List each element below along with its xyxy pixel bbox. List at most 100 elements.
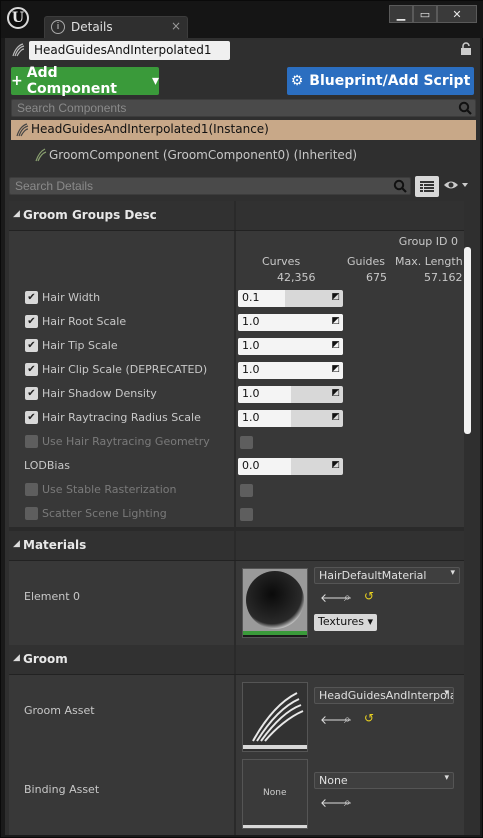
spin-handle-icon: ◩ bbox=[331, 364, 340, 374]
groom-icon bbox=[11, 43, 25, 57]
category-groom-groups-desc[interactable]: ◢ Groom Groups Desc bbox=[9, 201, 464, 231]
property-label: Hair Raytracing Radius Scale bbox=[42, 411, 201, 424]
property-row: ✔ Hair Root Scale 1.0 ◩ bbox=[9, 311, 464, 335]
property-row: Scatter Scene Lighting bbox=[9, 503, 464, 527]
column-divider bbox=[234, 287, 236, 311]
override-checkbox[interactable] bbox=[25, 435, 38, 448]
value-checkbox[interactable] bbox=[240, 484, 253, 497]
numeric-value: 1.0 bbox=[242, 315, 260, 328]
eye-icon bbox=[444, 181, 468, 189]
component-item-root-label: HeadGuidesAndInterpolated1(Instance) bbox=[31, 122, 269, 136]
column-divider bbox=[234, 407, 236, 431]
numeric-input[interactable]: 1.0 ◩ bbox=[238, 362, 343, 379]
override-checkbox[interactable] bbox=[25, 483, 38, 496]
actor-name-field[interactable]: HeadGuidesAndInterpolated1 bbox=[29, 41, 230, 60]
property-label: Scatter Scene Lighting bbox=[42, 507, 167, 520]
numeric-input[interactable]: 0.1 ◩ bbox=[238, 290, 343, 307]
column-divider bbox=[234, 561, 236, 645]
scrollbar-thumb[interactable] bbox=[464, 247, 471, 434]
numeric-input[interactable]: 1.0 ◩ bbox=[238, 410, 343, 427]
browse-search-icon[interactable]: ⌕ bbox=[344, 795, 351, 810]
numeric-value: 0.0 bbox=[242, 459, 260, 472]
property-row: ✔ Hair Clip Scale (DEPRECATED) 1.0 ◩ bbox=[9, 359, 464, 383]
property-label: Use Hair Raytracing Geometry bbox=[42, 435, 210, 448]
search-details-input[interactable] bbox=[10, 178, 410, 194]
lodbias-input[interactable]: 0.0 ◩ bbox=[238, 458, 343, 475]
title-bar: U i Details × ▁ ▭ ✕ bbox=[1, 1, 483, 38]
property-label: Hair Shadow Density bbox=[42, 387, 157, 400]
material-dropdown[interactable]: HairDefaultMaterial ▾ bbox=[314, 567, 460, 584]
binding-asset-label: Binding Asset bbox=[24, 783, 100, 796]
close-button[interactable]: ✕ bbox=[437, 5, 477, 23]
override-checkbox[interactable] bbox=[25, 507, 38, 520]
view-options-button[interactable] bbox=[443, 178, 469, 196]
component-item-groom-label: GroomComponent (GroomComponent0) (Inheri… bbox=[49, 148, 358, 162]
spin-handle-icon: ◩ bbox=[331, 292, 340, 302]
override-checkbox[interactable]: ✔ bbox=[25, 387, 38, 400]
guides-header: Guides bbox=[347, 255, 386, 268]
lodbias-label: LODBias bbox=[24, 459, 70, 472]
value-checkbox[interactable] bbox=[240, 436, 253, 449]
search-icon[interactable] bbox=[458, 101, 472, 115]
chevron-down-icon: ▾ bbox=[151, 73, 159, 89]
curves-value: 42,356 bbox=[277, 271, 316, 284]
asset-type-bar bbox=[243, 825, 307, 828]
reset-to-default-icon[interactable]: ↺ bbox=[364, 711, 374, 725]
binding-asset-dropdown[interactable]: None ▾ bbox=[314, 772, 454, 789]
tab-close-icon[interactable]: × bbox=[171, 19, 181, 33]
browse-search-icon[interactable]: ⌕ bbox=[344, 712, 351, 727]
property-label: Hair Tip Scale bbox=[42, 339, 118, 352]
column-divider bbox=[234, 431, 236, 455]
property-row: ✔ Hair Shadow Density 1.0 ◩ bbox=[9, 383, 464, 407]
groom-asset-dropdown[interactable]: HeadGuidesAndInterpolat ▾ bbox=[314, 687, 454, 704]
column-divider bbox=[234, 479, 236, 503]
numeric-value: 1.0 bbox=[242, 387, 260, 400]
override-checkbox[interactable]: ✔ bbox=[25, 339, 38, 352]
category-groom[interactable]: ◢ Groom bbox=[9, 645, 464, 675]
search-details-bar bbox=[9, 177, 411, 195]
override-checkbox[interactable]: ✔ bbox=[25, 291, 38, 304]
property-label: Hair Width bbox=[42, 291, 101, 304]
column-divider bbox=[234, 335, 236, 359]
column-divider bbox=[234, 201, 236, 230]
numeric-input[interactable]: 1.0 ◩ bbox=[238, 314, 343, 331]
override-checkbox[interactable]: ✔ bbox=[25, 363, 38, 376]
category-materials[interactable]: ◢ Materials bbox=[9, 531, 464, 561]
textures-dropdown[interactable]: Textures ▾ bbox=[314, 614, 378, 631]
component-item-groom[interactable]: GroomComponent (GroomComponent0) (Inheri… bbox=[11, 143, 476, 168]
blueprint-add-script-button[interactable]: ⚙ Blueprint/Add Script bbox=[287, 67, 474, 95]
browse-search-icon[interactable]: ⌕ bbox=[344, 590, 351, 605]
binding-asset-thumbnail[interactable]: None bbox=[242, 759, 308, 829]
lock-icon[interactable] bbox=[460, 42, 472, 59]
numeric-input[interactable]: 1.0 ◩ bbox=[238, 386, 343, 403]
material-thumbnail[interactable] bbox=[242, 568, 308, 638]
numeric-input[interactable]: 1.0 ◩ bbox=[238, 338, 343, 355]
value-checkbox[interactable] bbox=[240, 508, 253, 521]
category-label: Materials bbox=[23, 538, 87, 552]
minimize-button[interactable]: ▁ bbox=[389, 5, 413, 23]
details-search-row bbox=[5, 174, 480, 200]
property-row: ✔ Hair Width 0.1 ◩ bbox=[9, 287, 464, 311]
search-components-input[interactable] bbox=[12, 100, 475, 116]
maximize-button[interactable]: ▭ bbox=[413, 5, 437, 23]
groom-asset-thumbnail[interactable] bbox=[242, 682, 308, 752]
reset-to-default-icon[interactable]: ↺ bbox=[364, 589, 374, 603]
search-icon[interactable] bbox=[393, 179, 407, 193]
add-component-button[interactable]: + Add Component ▾ bbox=[11, 65, 159, 97]
property-matrix-button[interactable] bbox=[415, 176, 439, 197]
property-row: ✔ Hair Raytracing Radius Scale 1.0 ◩ bbox=[9, 407, 464, 431]
override-checkbox[interactable]: ✔ bbox=[25, 411, 38, 424]
component-item-root[interactable]: HeadGuidesAndInterpolated1(Instance) bbox=[11, 120, 476, 140]
groom-asset-name: HeadGuidesAndInterpolat bbox=[319, 689, 454, 702]
binding-asset-name: None bbox=[319, 774, 348, 787]
numeric-value: 1.0 bbox=[242, 363, 260, 376]
tab-details[interactable]: i Details × bbox=[44, 16, 188, 38]
property-label: Use Stable Rasterization bbox=[42, 483, 177, 496]
guides-value: 675 bbox=[366, 271, 387, 284]
chevron-down-icon: ▾ bbox=[444, 773, 449, 783]
column-divider bbox=[234, 455, 236, 479]
component-toolbar: + Add Component ▾ ⚙ Blueprint/Add Script bbox=[5, 64, 480, 99]
override-checkbox[interactable]: ✔ bbox=[25, 315, 38, 328]
groom-asset-label: Groom Asset bbox=[24, 704, 95, 717]
element-0-label: Element 0 bbox=[24, 590, 81, 603]
